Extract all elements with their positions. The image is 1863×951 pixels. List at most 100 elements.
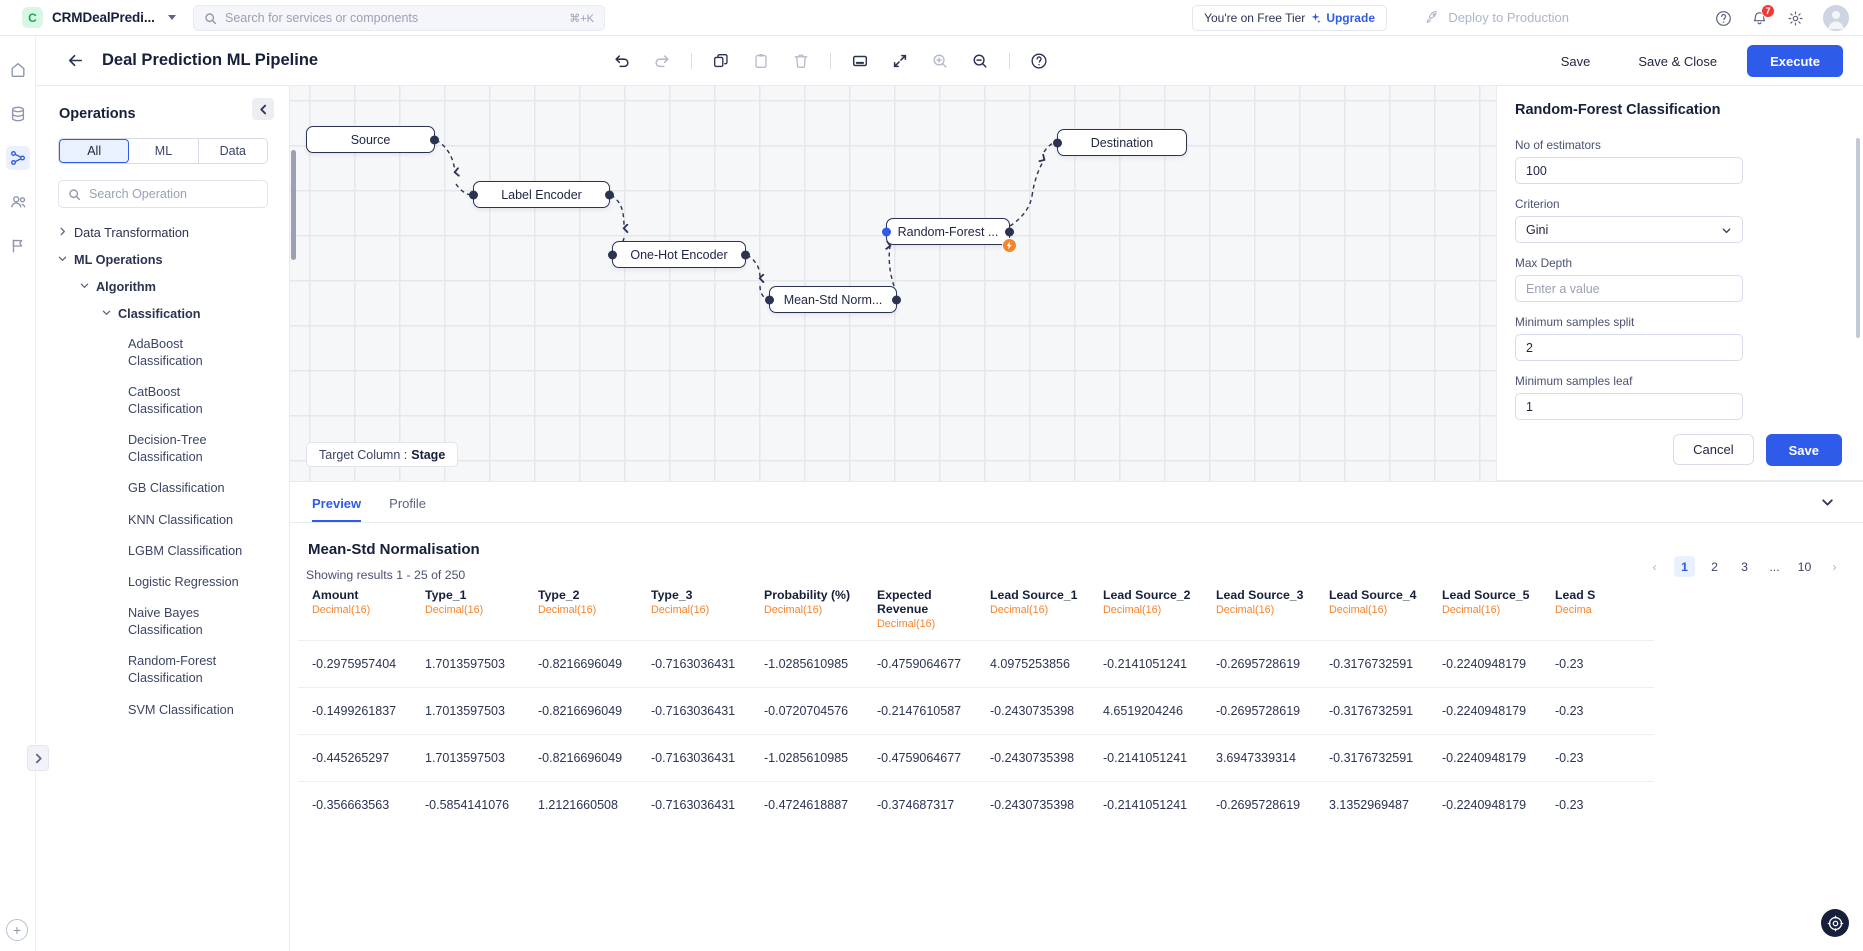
col-lead-source-5[interactable]: Lead Source_5 Decimal(16) [1428,578,1541,641]
node-handle-out[interactable] [430,135,439,144]
col-type-3[interactable]: Type_3 Decimal(16) [637,578,750,641]
undo-icon[interactable] [611,50,633,72]
page-10-button[interactable]: 10 [1794,556,1815,577]
collapse-preview-button[interactable] [1820,495,1835,510]
page-prev-button[interactable]: ‹ [1644,556,1665,577]
table-row[interactable]: -0.2975957404 1.7013597503 -0.8216696049… [298,640,1654,688]
operation-search-input[interactable] [89,187,258,201]
properties-scrollbar[interactable] [1856,138,1860,338]
tree-node-algorithm[interactable]: Algorithm [36,274,289,301]
plus-circle-icon[interactable]: + [6,919,28,941]
tree-node-data-transformation[interactable]: Data Transformation [36,220,289,247]
canvas-node-destination[interactable]: Destination [1053,129,1187,156]
node-handle-out[interactable] [741,250,750,259]
collapse-operations-button[interactable] [252,98,274,120]
tree-node-ml-operations[interactable]: ML Operations [36,247,289,274]
col-type-1[interactable]: Type_1 Decimal(16) [411,578,524,641]
operation-knn-classification[interactable]: KNN Classification [128,505,248,536]
rail-item-flags[interactable] [6,234,30,258]
minimap-icon[interactable] [849,50,871,72]
page-3-button[interactable]: 3 [1734,556,1755,577]
operation-lgbm-classification[interactable]: LGBM Classification [128,536,248,567]
node-handle-in[interactable] [608,250,617,259]
max-depth-input[interactable]: Enter a value [1515,275,1743,302]
bell-icon[interactable]: 7 [1751,3,1775,27]
help-circle-icon-toolbar[interactable] [1028,50,1050,72]
rail-item-datasets[interactable] [6,102,30,126]
min-samples-split-input[interactable]: 2 [1515,334,1743,361]
filter-ml[interactable]: ML [129,139,199,163]
zoom-in-icon[interactable] [929,50,951,72]
help-circle-icon[interactable] [1715,10,1732,27]
canvas-node-random-forest-classification[interactable]: Random-Forest ... [882,218,1017,253]
pipeline-canvas[interactable]: Source Label Encoder One-Hot Encoder Mea… [290,86,1496,481]
expand-rail-button[interactable] [27,745,49,771]
canvas-vertical-scrollbar[interactable] [291,150,296,260]
node-handle-out[interactable] [1005,227,1014,236]
save-and-close-button[interactable]: Save & Close [1620,45,1735,77]
cancel-button[interactable]: Cancel [1673,434,1754,465]
zoom-out-icon[interactable] [969,50,991,72]
execute-button[interactable]: Execute [1747,45,1843,77]
tab-preview[interactable]: Preview [312,496,362,522]
min-samples-leaf-input[interactable]: 1 [1515,393,1743,420]
table-row[interactable]: -0.445265297 1.7013597503 -0.8216696049 … [298,734,1654,782]
rail-item-users[interactable] [6,190,30,214]
gear-icon[interactable] [1787,10,1804,27]
node-handle-out[interactable] [605,190,614,199]
operation-naive-bayes-classification[interactable]: Naive Bayes Classification [128,598,248,646]
col-expected-revenue[interactable]: Expected Revenue Decimal(16) [863,578,976,641]
operation-adaboost-classification[interactable]: AdaBoost Classification [128,329,248,377]
upgrade-button[interactable]: Upgrade [1326,11,1375,25]
operation-gb-classification[interactable]: GB Classification [128,473,248,504]
save-button[interactable]: Save [1543,45,1609,77]
tab-profile[interactable]: Profile [389,496,426,522]
node-handle-in[interactable] [765,295,774,304]
node-handle-in-selected[interactable] [882,227,891,236]
operation-catboost-classification[interactable]: CatBoost Classification [128,377,248,425]
target-column-chip[interactable]: Target Column : Stage [306,442,459,467]
page-next-button[interactable]: › [1824,556,1845,577]
col-probability[interactable]: Probability (%) Decimal(16) [750,578,863,641]
col-lead-source-4[interactable]: Lead Source_4 Decimal(16) [1315,578,1428,641]
col-lead-source-1[interactable]: Lead Source_1 Decimal(16) [976,578,1089,641]
search-input[interactable] [225,11,562,25]
col-lead-source-6[interactable]: Lead S Decima [1541,578,1654,641]
table-row[interactable]: -0.356663563 -0.5854141076 1.2121660508 … [298,781,1654,828]
redo-icon[interactable] [651,50,673,72]
page-2-button[interactable]: 2 [1704,556,1725,577]
canvas-node-mean-std-normalisation[interactable]: Mean-Std Norm... [765,286,901,313]
chevron-down-icon[interactable] [167,15,176,20]
canvas-node-one-hot-encoder[interactable]: One-Hot Encoder [608,241,750,268]
operation-decision-tree-classification[interactable]: Decision-Tree Classification [128,425,248,473]
col-lead-source-2[interactable]: Lead Source_2 Decimal(16) [1089,578,1202,641]
col-lead-source-3[interactable]: Lead Source_3 Decimal(16) [1202,578,1315,641]
table-row[interactable]: -0.1499261837 1.7013597503 -0.8216696049… [298,687,1654,735]
fit-view-icon[interactable] [889,50,911,72]
operation-random-forest-classification[interactable]: Random-Forest Classification [128,646,248,694]
canvas-node-label-encoder[interactable]: Label Encoder [469,181,614,208]
page-1-button[interactable]: 1 [1674,556,1695,577]
properties-save-button[interactable]: Save [1765,434,1842,466]
tree-node-classification[interactable]: Classification [36,301,289,328]
rail-add-button[interactable]: + [6,919,28,941]
node-handle-out[interactable] [892,295,901,304]
rail-item-pipelines[interactable] [5,146,30,170]
operation-svm-classification[interactable]: SVM Classification [128,695,248,726]
col-type-2[interactable]: Type_2 Decimal(16) [524,578,637,641]
filter-all[interactable]: All [59,139,130,163]
node-handle-in[interactable] [1053,138,1062,147]
support-widget-button[interactable] [1821,909,1849,937]
copy-icon[interactable] [710,50,732,72]
rail-item-home[interactable] [6,58,30,82]
brand-selector[interactable]: C CRMDealPredi... [22,7,176,28]
node-handle-in[interactable] [469,190,478,199]
operation-search[interactable] [58,180,268,208]
deploy-to-production-button[interactable]: Deploy to Production [1425,10,1569,25]
filter-data[interactable]: Data [198,139,267,163]
delete-icon[interactable] [790,50,812,72]
paste-icon[interactable] [750,50,772,72]
preview-table-wrapper[interactable]: Amount Decimal(16) Type_1 Decimal(16) Type… [298,578,1863,828]
back-button[interactable] [66,51,85,70]
avatar[interactable] [1823,5,1849,31]
